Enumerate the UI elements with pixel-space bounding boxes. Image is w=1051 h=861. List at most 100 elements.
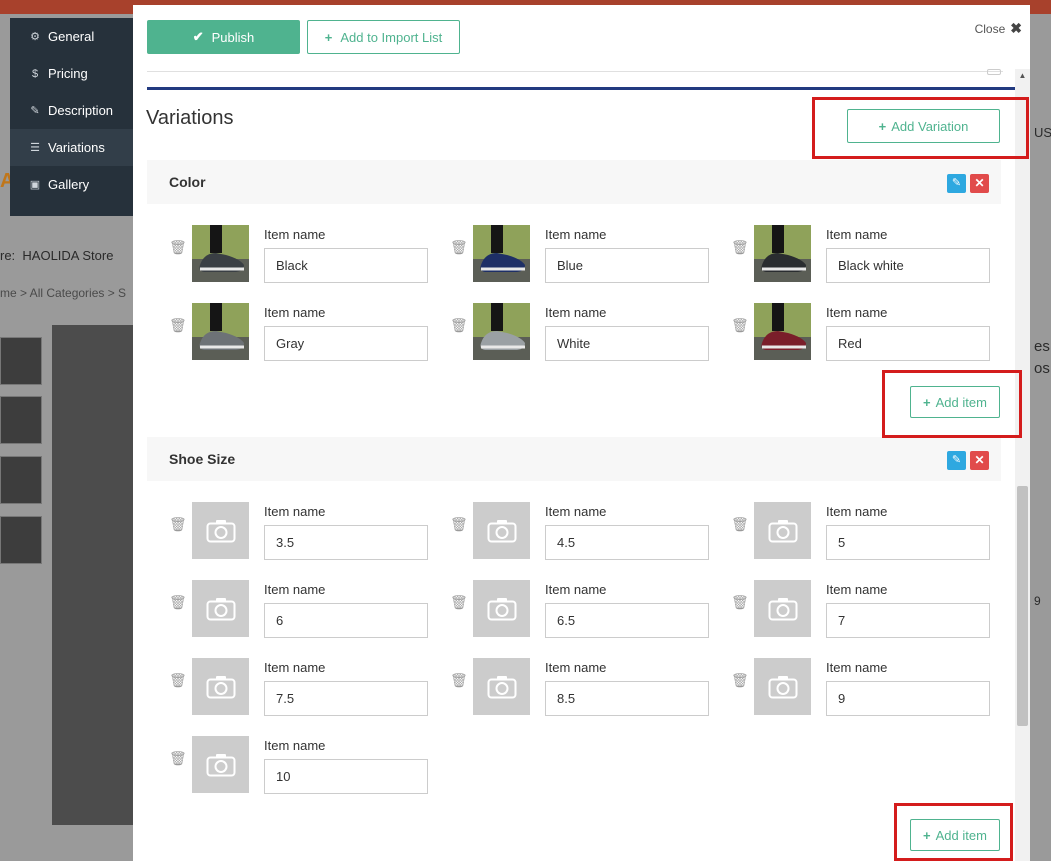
item-name-input[interactable] [264, 603, 428, 638]
trash-icon[interactable]: 🗑 [731, 594, 749, 611]
image-placeholder[interactable] [473, 502, 530, 559]
item-name-input[interactable] [264, 759, 428, 794]
add-variation-button[interactable]: + Add Variation [847, 109, 1000, 143]
trash-icon[interactable]: 🗑 [731, 239, 749, 256]
modal-scrollbar[interactable]: ▲ [1015, 69, 1030, 861]
item-name-input[interactable] [545, 248, 709, 283]
trash-icon[interactable]: 🗑 [169, 239, 187, 256]
item-name-label: Item name [545, 227, 607, 242]
sidebar-item-general[interactable]: ⚙ General [10, 18, 134, 55]
variation-item: 🗑 Item name [450, 658, 720, 718]
image-placeholder[interactable] [192, 502, 249, 559]
trash-icon[interactable]: 🗑 [169, 750, 187, 767]
trash-icon[interactable]: 🗑 [450, 594, 468, 611]
shoe-photo [192, 225, 249, 282]
close-button[interactable]: Close ✖ [975, 20, 1022, 37]
trash-icon[interactable]: 🗑 [450, 672, 468, 689]
item-name-input[interactable] [545, 525, 709, 560]
trash-icon[interactable]: 🗑 [731, 317, 749, 334]
item-thumbnail[interactable] [473, 225, 530, 282]
background-fragment: US [1034, 125, 1051, 140]
delete-variation-button[interactable]: ✕ [970, 451, 989, 470]
trash-icon[interactable]: 🗑 [450, 239, 468, 256]
close-icon: ✕ [974, 176, 985, 190]
item-thumbnail[interactable] [192, 225, 249, 282]
camera-icon [206, 675, 235, 698]
item-name-input[interactable] [264, 248, 428, 283]
description-editor-frame [147, 57, 1017, 90]
sidebar-item-variations[interactable]: ☰ Variations [10, 129, 134, 166]
item-name-label: Item name [264, 504, 326, 519]
item-name-input[interactable] [826, 326, 990, 361]
item-name-input[interactable] [264, 326, 428, 361]
delete-variation-button[interactable]: ✕ [970, 174, 989, 193]
item-thumbnail[interactable] [754, 225, 811, 282]
image-placeholder[interactable] [754, 658, 811, 715]
item-thumbnail[interactable] [473, 303, 530, 360]
item-thumbnail[interactable] [192, 303, 249, 360]
shoe-photo [754, 225, 811, 282]
plus-icon: + [923, 394, 931, 410]
item-name-input[interactable] [545, 326, 709, 361]
image-placeholder[interactable] [192, 736, 249, 793]
background-store-name: HAOLIDA Store [22, 248, 114, 263]
item-name-input[interactable] [826, 248, 990, 283]
image-placeholder[interactable] [473, 658, 530, 715]
item-name-input[interactable] [545, 681, 709, 716]
pencil-icon: ✎ [30, 105, 40, 117]
background-fragment: os [1034, 360, 1050, 377]
product-edit-modal: ✔ Publish + Add to Import List Close ✖ ▲… [133, 5, 1030, 861]
sidebar-item-gallery[interactable]: ▣ Gallery [10, 166, 134, 203]
pencil-icon: ✎ [951, 177, 962, 189]
variation-title: Shoe Size [169, 451, 236, 467]
image-placeholder[interactable] [754, 580, 811, 637]
trash-icon[interactable]: 🗑 [169, 516, 187, 533]
item-name-label: Item name [826, 582, 888, 597]
add-to-import-list-button[interactable]: + Add to Import List [307, 20, 460, 54]
add-item-button[interactable]: + Add item [910, 386, 1000, 418]
trash-icon[interactable]: 🗑 [450, 317, 468, 334]
trash-icon[interactable]: 🗑 [450, 516, 468, 533]
item-name-label: Item name [826, 227, 888, 242]
editor-divider [147, 71, 1003, 72]
settings-sidebar: ⚙ General $ Pricing ✎ Description ☰ Vari… [10, 18, 134, 216]
scroll-up-arrow-icon[interactable]: ▲ [1015, 69, 1030, 83]
item-name-input[interactable] [826, 525, 990, 560]
shoe-photo [473, 225, 530, 282]
editor-resize-handle[interactable] [987, 69, 1001, 75]
item-name-input[interactable] [264, 525, 428, 560]
trash-icon[interactable]: 🗑 [731, 516, 749, 533]
image-placeholder[interactable] [192, 658, 249, 715]
trash-icon[interactable]: 🗑 [731, 672, 749, 689]
item-name-label: Item name [264, 227, 326, 242]
image-placeholder[interactable] [473, 580, 530, 637]
sidebar-item-label: General [48, 29, 95, 44]
trash-icon[interactable]: 🗑 [169, 594, 187, 611]
item-name-label: Item name [264, 305, 326, 320]
sidebar-item-description[interactable]: ✎ Description [10, 92, 134, 129]
publish-button[interactable]: ✔ Publish [147, 20, 300, 54]
edit-variation-button[interactable]: ✎ [947, 174, 966, 193]
background-product-photo [52, 325, 134, 825]
item-name-label: Item name [826, 660, 888, 675]
image-placeholder[interactable] [754, 502, 811, 559]
modal-header: ✔ Publish + Add to Import List Close ✖ [133, 5, 1030, 93]
item-name-input[interactable] [826, 603, 990, 638]
background-thumbnail [0, 516, 42, 564]
pencil-icon: ✎ [951, 454, 962, 466]
trash-icon[interactable]: 🗑 [169, 317, 187, 334]
item-thumbnail[interactable] [754, 303, 811, 360]
add-item-button[interactable]: + Add item [910, 819, 1000, 851]
item-name-input[interactable] [826, 681, 990, 716]
item-name-input[interactable] [545, 603, 709, 638]
image-placeholder[interactable] [192, 580, 249, 637]
item-name-label: Item name [545, 504, 607, 519]
scrollbar-thumb[interactable] [1017, 486, 1028, 726]
variation-item: 🗑 Item name [731, 658, 1001, 718]
edit-variation-button[interactable]: ✎ [947, 451, 966, 470]
item-name-label: Item name [545, 305, 607, 320]
item-name-input[interactable] [264, 681, 428, 716]
sidebar-item-pricing[interactable]: $ Pricing [10, 55, 134, 92]
trash-icon[interactable]: 🗑 [169, 672, 187, 689]
variation-item: 🗑 Item name [169, 225, 439, 285]
